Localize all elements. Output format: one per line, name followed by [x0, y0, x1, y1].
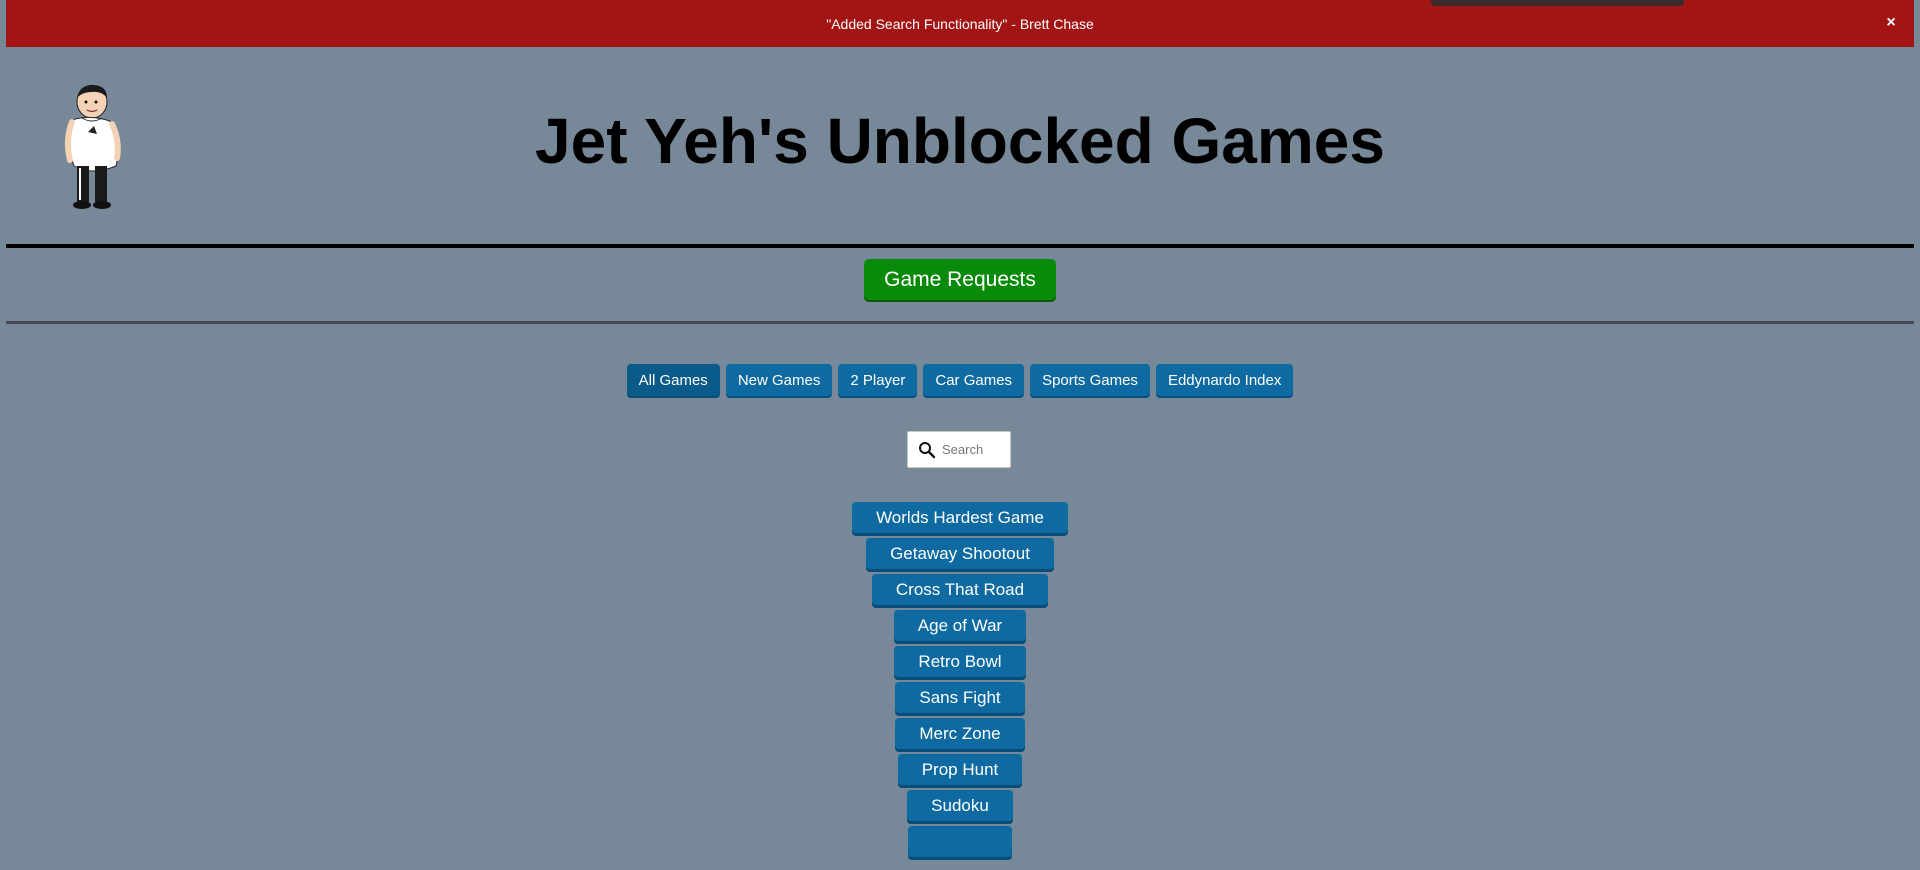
game-button-next[interactable] — [908, 826, 1012, 857]
game-button-cross-that-road[interactable]: Cross That Road — [871, 574, 1049, 605]
game-button-sudoku[interactable]: Sudoku — [907, 790, 1013, 821]
category-car-games[interactable]: Car Games — [923, 364, 1025, 396]
divider — [6, 244, 1914, 248]
search-box — [907, 431, 1011, 468]
close-icon[interactable]: × — [1882, 14, 1900, 32]
announcement-banner: "Added Search Functionality" - Brett Cha… — [6, 0, 1914, 47]
game-list: Worlds Hardest Game Getaway Shootout Cro… — [0, 502, 1920, 857]
game-button-prop-hunt[interactable]: Prop Hunt — [897, 754, 1023, 785]
game-button-worlds-hardest-game[interactable]: Worlds Hardest Game — [852, 502, 1068, 533]
category-sports-games[interactable]: Sports Games — [1030, 364, 1150, 396]
game-button-age-of-war[interactable]: Age of War — [893, 610, 1027, 641]
game-button-getaway-shootout[interactable]: Getaway Shootout — [866, 538, 1054, 569]
game-button-sans-fight[interactable]: Sans Fight — [895, 682, 1025, 713]
page: "Added Search Functionality" - Brett Cha… — [0, 0, 1920, 870]
game-button-retro-bowl[interactable]: Retro Bowl — [894, 646, 1026, 677]
category-2-player[interactable]: 2 Player — [838, 364, 918, 396]
overlay-tab — [1431, 0, 1684, 6]
category-eddynardo-index[interactable]: Eddynardo Index — [1155, 364, 1294, 396]
search-icon — [919, 441, 936, 458]
divider — [6, 321, 1914, 324]
game-button-merc-zone[interactable]: Merc Zone — [895, 718, 1025, 749]
category-all-games[interactable]: All Games — [626, 364, 720, 396]
category-new-games[interactable]: New Games — [725, 364, 833, 396]
game-requests-button[interactable]: Game Requests — [864, 259, 1056, 300]
category-nav: All Games New Games 2 Player Car Games S… — [0, 364, 1920, 396]
site-title: Jet Yeh's Unblocked Games — [535, 105, 1385, 177]
search-input[interactable] — [942, 442, 1002, 457]
banner-text: "Added Search Functionality" - Brett Cha… — [826, 15, 1094, 32]
